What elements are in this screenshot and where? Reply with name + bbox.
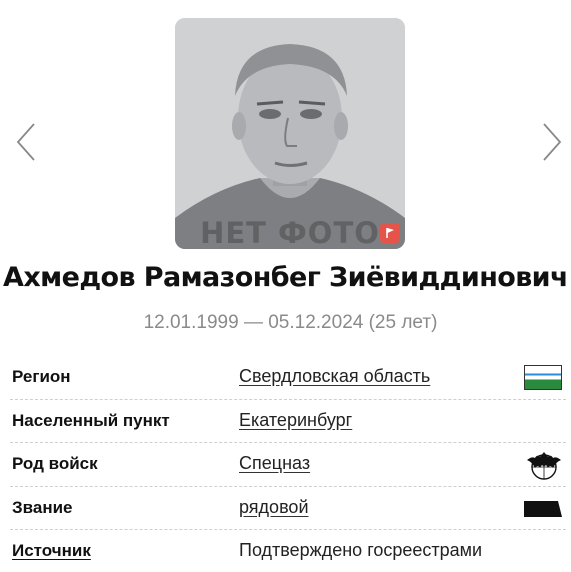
private-rank-insignia-icon (524, 500, 562, 517)
portrait-photo: НЕТ ФОТО (175, 18, 405, 249)
photo-carousel: НЕТ ФОТО (0, 0, 571, 255)
chevron-left-icon (16, 123, 35, 161)
branch-link[interactable]: Спецназ (239, 453, 310, 474)
detail-row-settlement: Населенный пункт Екатеринбург (10, 400, 566, 443)
detail-row-region: Регион Свердловская область (10, 356, 566, 400)
carousel-prev-button[interactable] (12, 120, 42, 164)
sverdlovsk-flag-icon (524, 365, 562, 390)
report-flag-button[interactable] (380, 223, 400, 243)
person-name: Ахмедов Рамазонбег Зиёвиддинович (3, 262, 568, 293)
no-photo-label: НЕТ ФОТО (200, 216, 380, 249)
detail-label: Регион (12, 367, 71, 386)
spetsnaz-bat-emblem-icon (527, 452, 561, 480)
detail-row-branch: Род войск Спецназ (10, 443, 566, 487)
details-table: Регион Свердловская область Населенный п… (10, 356, 566, 572)
region-link[interactable]: Свердловская область (239, 366, 430, 387)
carousel-next-button[interactable] (536, 120, 566, 164)
settlement-link[interactable]: Екатеринбург (239, 410, 352, 431)
detail-row-rank: Звание рядовой (10, 487, 566, 530)
source-value: Подтверждено госреестрами (239, 540, 483, 560)
detail-label: Населенный пункт (12, 410, 170, 430)
portrait-silhouette (175, 18, 405, 249)
chevron-right-icon (543, 123, 562, 161)
source-label-link[interactable]: Источник (12, 541, 91, 561)
flag-icon (386, 228, 394, 238)
detail-label: Звание (12, 497, 73, 517)
detail-label: Род войск (12, 454, 98, 473)
rank-link[interactable]: рядовой (239, 497, 309, 518)
life-dates: 12.01.1999 — 05.12.2024 (25 лет) (143, 312, 438, 333)
detail-row-source: Источник Подтверждено госреестрами (10, 530, 566, 572)
